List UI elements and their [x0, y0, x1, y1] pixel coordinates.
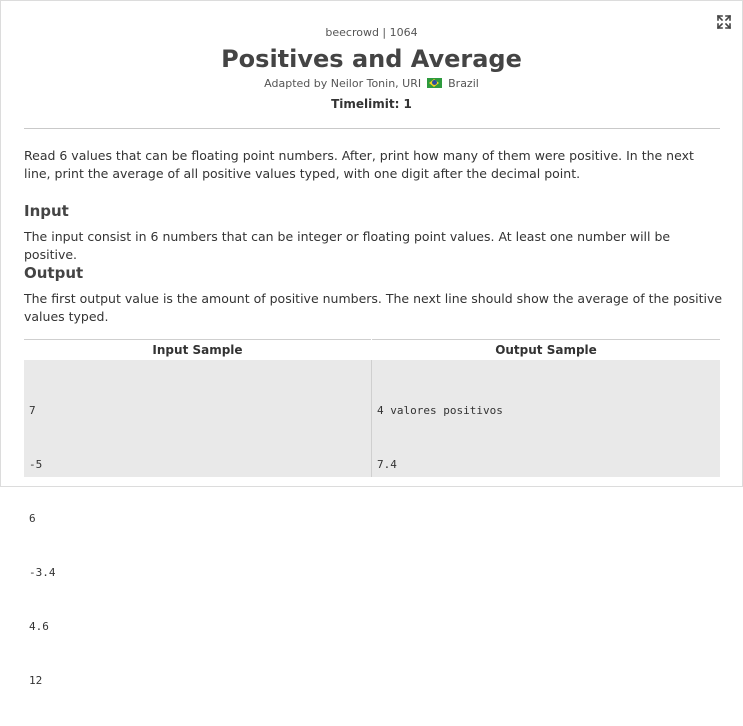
input-sample-line: 12 — [29, 674, 43, 687]
timelimit: Timelimit: 1 — [331, 97, 412, 111]
output-sample-header: Output Sample — [372, 339, 720, 362]
input-sample-header: Input Sample — [24, 339, 371, 362]
site-problem-id: beecrowd | 1064 — [325, 26, 418, 39]
output-sample-line: 4 valores positivos — [377, 404, 503, 417]
input-sample-line: 6 — [29, 512, 36, 525]
author-credit: Adapted by Neilor Tonin, URI Brazil — [0, 77, 743, 91]
input-sample-box[interactable]: 7 -5 6 -3.4 4.6 12 — [24, 360, 371, 687]
problem-description: Read 6 values that can be floating point… — [24, 148, 694, 181]
input-sample-line: 4.6 — [29, 620, 49, 633]
header-divider — [24, 128, 720, 129]
input-heading: Input — [24, 202, 69, 220]
output-heading: Output — [24, 264, 84, 282]
brazil-flag-icon — [426, 78, 442, 88]
input-description: The input consist in 6 numbers that can … — [24, 229, 671, 262]
country-name: Brazil — [448, 77, 479, 90]
output-description: The first output value is the amount of … — [24, 291, 723, 324]
output-sample-line: 7.4 — [377, 458, 397, 471]
page-title: Positives and Average — [221, 45, 522, 73]
output-sample-box[interactable]: 4 valores positivos 7.4 — [372, 360, 720, 477]
input-sample-line: 7 — [29, 404, 36, 417]
input-sample-line: -3.4 — [29, 566, 56, 579]
input-sample-line: -5 — [29, 458, 43, 471]
samples-table: Input Sample Output Sample 7 -5 6 -3.4 4… — [24, 339, 720, 687]
author-text: Adapted by Neilor Tonin, URI — [264, 77, 422, 90]
